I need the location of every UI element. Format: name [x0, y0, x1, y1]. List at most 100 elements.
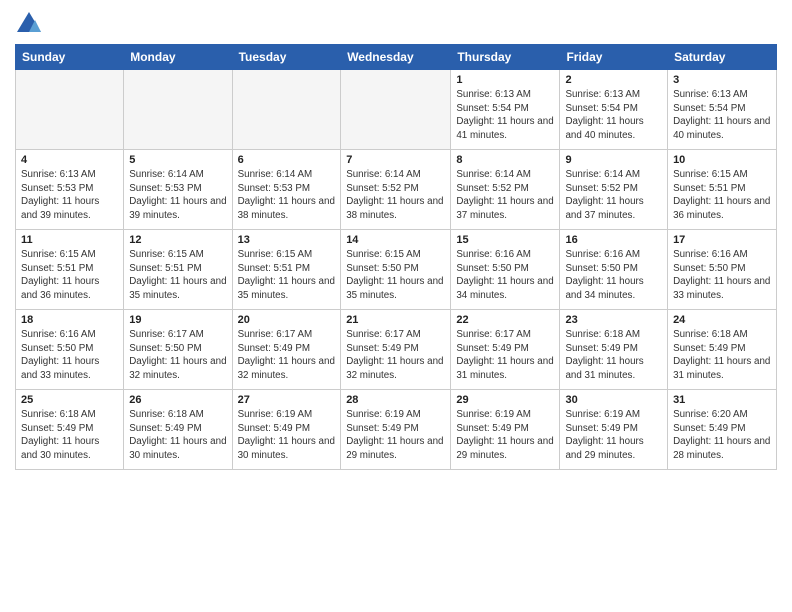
day-number: 31	[673, 394, 771, 406]
calendar-cell: 4 Sunrise: 6:13 AM Sunset: 5:53 PM Daylig…	[16, 150, 124, 230]
day-info: Sunrise: 6:15 AM Sunset: 5:51 PM Dayligh…	[238, 248, 336, 303]
day-number: 1	[456, 74, 554, 86]
day-info: Sunrise: 6:14 AM Sunset: 5:53 PM Dayligh…	[129, 168, 226, 223]
dow-header: Thursday	[451, 45, 560, 70]
day-number: 30	[565, 394, 662, 406]
calendar-body: 1 Sunrise: 6:13 AM Sunset: 5:54 PM Daylig…	[16, 70, 777, 470]
day-info: Sunrise: 6:13 AM Sunset: 5:54 PM Dayligh…	[456, 88, 554, 143]
calendar-cell: 7 Sunrise: 6:14 AM Sunset: 5:52 PM Daylig…	[341, 150, 451, 230]
day-info: Sunrise: 6:18 AM Sunset: 5:49 PM Dayligh…	[21, 408, 118, 463]
calendar-cell: 25 Sunrise: 6:18 AM Sunset: 5:49 PM Dayli…	[16, 390, 124, 470]
day-info: Sunrise: 6:16 AM Sunset: 5:50 PM Dayligh…	[21, 328, 118, 383]
day-number: 14	[346, 234, 445, 246]
day-info: Sunrise: 6:19 AM Sunset: 5:49 PM Dayligh…	[346, 408, 445, 463]
day-info: Sunrise: 6:13 AM Sunset: 5:54 PM Dayligh…	[565, 88, 662, 143]
calendar-cell: 19 Sunrise: 6:17 AM Sunset: 5:50 PM Dayli…	[124, 310, 232, 390]
calendar-week-row: 1 Sunrise: 6:13 AM Sunset: 5:54 PM Daylig…	[16, 70, 777, 150]
calendar-week-row: 18 Sunrise: 6:16 AM Sunset: 5:50 PM Dayli…	[16, 310, 777, 390]
day-info: Sunrise: 6:17 AM Sunset: 5:50 PM Dayligh…	[129, 328, 226, 383]
calendar: SundayMondayTuesdayWednesdayThursdayFrid…	[15, 44, 777, 470]
day-number: 4	[21, 154, 118, 166]
calendar-week-row: 25 Sunrise: 6:18 AM Sunset: 5:49 PM Dayli…	[16, 390, 777, 470]
day-number: 10	[673, 154, 771, 166]
dow-header: Monday	[124, 45, 232, 70]
calendar-cell: 14 Sunrise: 6:15 AM Sunset: 5:50 PM Dayli…	[341, 230, 451, 310]
day-info: Sunrise: 6:18 AM Sunset: 5:49 PM Dayligh…	[565, 328, 662, 383]
calendar-cell: 29Sunrise: 6:19 AM Sunset: 5:49 PM Dayli…	[451, 390, 560, 470]
calendar-cell: 15 Sunrise: 6:16 AM Sunset: 5:50 PM Dayli…	[451, 230, 560, 310]
day-info: Sunrise: 6:14 AM Sunset: 5:53 PM Dayligh…	[238, 168, 336, 223]
day-number: 29	[456, 394, 554, 406]
calendar-cell: 21 Sunrise: 6:17 AM Sunset: 5:49 PM Dayli…	[341, 310, 451, 390]
day-number: 25	[21, 394, 118, 406]
calendar-cell: 13 Sunrise: 6:15 AM Sunset: 5:51 PM Dayli…	[232, 230, 341, 310]
calendar-cell: 12 Sunrise: 6:15 AM Sunset: 5:51 PM Dayli…	[124, 230, 232, 310]
day-number: 26	[129, 394, 226, 406]
dow-header: Sunday	[16, 45, 124, 70]
day-info: Sunrise: 6:15 AM Sunset: 5:51 PM Dayligh…	[129, 248, 226, 303]
calendar-cell: 8 Sunrise: 6:14 AM Sunset: 5:52 PM Daylig…	[451, 150, 560, 230]
day-number: 8	[456, 154, 554, 166]
day-info: Sunrise: 6:16 AM Sunset: 5:50 PM Dayligh…	[673, 248, 771, 303]
day-info: Sunrise: 6:16 AM Sunset: 5:50 PM Dayligh…	[565, 248, 662, 303]
day-info: Sunrise: 6:18 AM Sunset: 5:49 PM Dayligh…	[129, 408, 226, 463]
day-number: 21	[346, 314, 445, 326]
calendar-cell: 2 Sunrise: 6:13 AM Sunset: 5:54 PM Daylig…	[560, 70, 668, 150]
day-number: 18	[21, 314, 118, 326]
day-info: Sunrise: 6:19 AM Sunset: 5:49 PM Dayligh…	[565, 408, 662, 463]
day-number: 5	[129, 154, 226, 166]
day-number: 24	[673, 314, 771, 326]
calendar-cell: 31 Sunrise: 6:20 AM Sunset: 5:49 PM Dayli…	[668, 390, 777, 470]
logo-icon	[15, 10, 43, 38]
calendar-cell: 17 Sunrise: 6:16 AM Sunset: 5:50 PM Dayli…	[668, 230, 777, 310]
calendar-cell: 28 Sunrise: 6:19 AM Sunset: 5:49 PM Dayli…	[341, 390, 451, 470]
day-info: Sunrise: 6:14 AM Sunset: 5:52 PM Dayligh…	[565, 168, 662, 223]
calendar-cell: 1 Sunrise: 6:13 AM Sunset: 5:54 PM Daylig…	[451, 70, 560, 150]
header	[15, 10, 777, 38]
day-info: Sunrise: 6:14 AM Sunset: 5:52 PM Dayligh…	[346, 168, 445, 223]
dow-header: Saturday	[668, 45, 777, 70]
calendar-cell: 26 Sunrise: 6:18 AM Sunset: 5:49 PM Dayli…	[124, 390, 232, 470]
page: SundayMondayTuesdayWednesdayThursdayFrid…	[0, 0, 792, 612]
day-info: Sunrise: 6:15 AM Sunset: 5:51 PM Dayligh…	[21, 248, 118, 303]
day-number: 13	[238, 234, 336, 246]
day-number: 17	[673, 234, 771, 246]
day-info: Sunrise: 6:18 AM Sunset: 5:49 PM Dayligh…	[673, 328, 771, 383]
calendar-cell	[124, 70, 232, 150]
day-info: Sunrise: 6:15 AM Sunset: 5:50 PM Dayligh…	[346, 248, 445, 303]
calendar-cell: 5 Sunrise: 6:14 AM Sunset: 5:53 PM Daylig…	[124, 150, 232, 230]
calendar-cell: 11Sunrise: 6:15 AM Sunset: 5:51 PM Dayli…	[16, 230, 124, 310]
dow-header: Wednesday	[341, 45, 451, 70]
day-info: Sunrise: 6:13 AM Sunset: 5:53 PM Dayligh…	[21, 168, 118, 223]
calendar-cell: 18 Sunrise: 6:16 AM Sunset: 5:50 PM Dayli…	[16, 310, 124, 390]
calendar-cell: 10Sunrise: 6:15 AM Sunset: 5:51 PM Dayli…	[668, 150, 777, 230]
day-info: Sunrise: 6:17 AM Sunset: 5:49 PM Dayligh…	[456, 328, 554, 383]
calendar-cell	[341, 70, 451, 150]
day-number: 28	[346, 394, 445, 406]
logo	[15, 10, 47, 38]
day-info: Sunrise: 6:17 AM Sunset: 5:49 PM Dayligh…	[346, 328, 445, 383]
calendar-cell: 27 Sunrise: 6:19 AM Sunset: 5:49 PM Dayli…	[232, 390, 341, 470]
day-info: Sunrise: 6:19 AM Sunset: 5:49 PM Dayligh…	[238, 408, 336, 463]
calendar-cell: 23 Sunrise: 6:18 AM Sunset: 5:49 PM Dayli…	[560, 310, 668, 390]
calendar-cell: 20Sunrise: 6:17 AM Sunset: 5:49 PM Dayli…	[232, 310, 341, 390]
day-number: 9	[565, 154, 662, 166]
calendar-cell	[16, 70, 124, 150]
dow-header: Friday	[560, 45, 668, 70]
day-info: Sunrise: 6:17 AM Sunset: 5:49 PM Dayligh…	[238, 328, 336, 383]
day-number: 27	[238, 394, 336, 406]
day-number: 22	[456, 314, 554, 326]
calendar-cell	[232, 70, 341, 150]
day-info: Sunrise: 6:20 AM Sunset: 5:49 PM Dayligh…	[673, 408, 771, 463]
day-number: 2	[565, 74, 662, 86]
day-number: 23	[565, 314, 662, 326]
day-info: Sunrise: 6:16 AM Sunset: 5:50 PM Dayligh…	[456, 248, 554, 303]
calendar-cell: 3Sunrise: 6:13 AM Sunset: 5:54 PM Daylig…	[668, 70, 777, 150]
calendar-cell: 30 Sunrise: 6:19 AM Sunset: 5:49 PM Dayli…	[560, 390, 668, 470]
day-number: 12	[129, 234, 226, 246]
day-number: 19	[129, 314, 226, 326]
day-number: 16	[565, 234, 662, 246]
day-number: 7	[346, 154, 445, 166]
day-number: 15	[456, 234, 554, 246]
day-info: Sunrise: 6:14 AM Sunset: 5:52 PM Dayligh…	[456, 168, 554, 223]
